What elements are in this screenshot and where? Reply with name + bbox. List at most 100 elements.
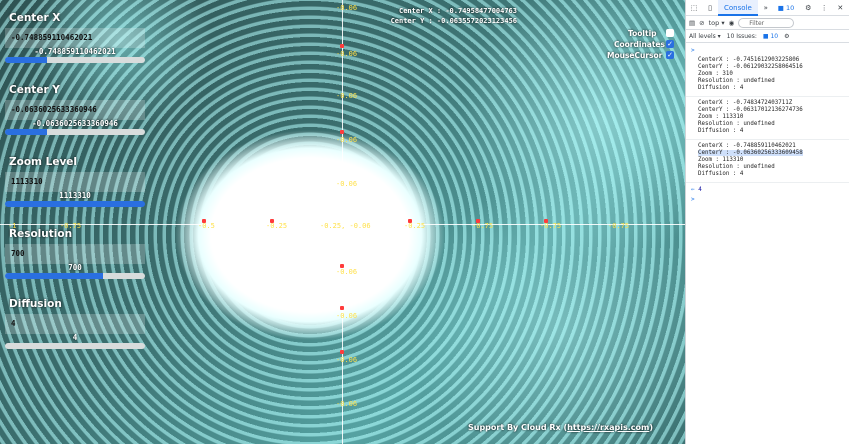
issues-count: 10 (786, 3, 795, 12)
log-line: Resolution : undefined (698, 78, 775, 84)
diffusion-title: Diffusion (9, 298, 62, 310)
console-result-value: 4 (698, 186, 702, 193)
x-tick-marker (544, 219, 548, 223)
inspect-icon[interactable]: ⬚ (686, 4, 702, 12)
resolution-slider-fill (5, 273, 103, 279)
filter-input[interactable]: Filter (738, 17, 795, 28)
tooltip-toggle-label: Tooltip (628, 29, 657, 38)
x-tick-label: -0.25 (266, 222, 288, 230)
console-prompt[interactable]: > (686, 193, 849, 203)
kebab-menu-icon[interactable]: ⋮ (816, 4, 832, 12)
zoom-slider-fill (5, 201, 145, 207)
diffusion-value: 4 (72, 333, 78, 342)
y-tick-marker (340, 130, 344, 134)
zoom-value: 1113310 (59, 191, 91, 200)
levels-select[interactable]: All levels ▾ (689, 33, 721, 40)
center-y-input[interactable]: -0.0636025633360946 (5, 100, 145, 120)
mousecursor-toggle-label: MouseCursor (607, 51, 663, 60)
x-tick-label: -0.5 (198, 222, 215, 230)
log-line: Diffusion : 4 (698, 171, 744, 177)
console-result: ⇐ 4 (691, 186, 702, 193)
log-line: Zoom : 113310 (698, 157, 744, 163)
context-select[interactable]: top ▾ (709, 19, 725, 27)
y-tick-label: -0.06 (336, 268, 358, 276)
zoom-input[interactable]: 1113310 (5, 172, 145, 192)
log-entry: CenterX : -0.7451612903225806 CenterY : … (686, 54, 849, 97)
y-tick-label: -0.06 (336, 312, 358, 320)
resolution-slider[interactable] (5, 273, 145, 279)
resolution-title: Resolution (9, 228, 73, 240)
y-tick-marker (340, 306, 344, 310)
info-center-x: Center X : -0.74958477004763 (398, 7, 517, 15)
center-x-value: -0.748859110462021 (34, 47, 116, 56)
zoom-title: Zoom Level (9, 156, 78, 168)
diffusion-input[interactable]: 4 (5, 314, 145, 334)
x-tick-label: -0.75 (608, 222, 630, 230)
center-y-slider[interactable] (5, 129, 145, 135)
x-tick-label: -0.75 (472, 222, 494, 230)
log-line: Diffusion : 4 (698, 85, 744, 91)
log-line: CenterY : -0.06129032258064516 (698, 64, 803, 70)
x-tick-marker (202, 219, 206, 223)
eye-icon[interactable]: ◉ (729, 19, 735, 27)
y-tick-marker (340, 264, 344, 268)
footer-close: ) (649, 423, 654, 432)
log-line: Diffusion : 4 (698, 128, 744, 134)
resolution-input[interactable]: 700 (5, 244, 145, 264)
log-line: CenterY : -0.06360256333609458 (686, 150, 849, 157)
x-tick-label: -0.25, -0.06 (320, 222, 371, 230)
x-tick-marker (270, 219, 274, 223)
log-line: CenterX : -0.7451612903225806 (698, 57, 800, 63)
info-center-y: Center Y : -0.0635572023123456 (390, 17, 517, 25)
y-tick-label: -0.06 (336, 356, 358, 364)
center-x-input[interactable]: -0.748859110462021 (5, 28, 145, 48)
footer-text: Support By Cloud Rx ( (468, 423, 568, 432)
log-line: Resolution : undefined (698, 164, 775, 170)
issues-badge[interactable]: ■ 10 (763, 33, 778, 40)
log-line: CenterY : -0.06317012136274736 (698, 107, 803, 113)
log-line: CenterX : -0.7483472403711Z (698, 100, 793, 106)
issues-label[interactable]: 10 Issues: (727, 33, 757, 40)
center-x-slider-fill (5, 57, 47, 63)
log-line: Zoom : 113310 (698, 114, 744, 120)
tab-console[interactable]: Console (718, 0, 758, 16)
footer-credit: Support By Cloud Rx (https://rxapis.com) (468, 423, 653, 432)
center-y-slider-fill (5, 129, 47, 135)
tooltip-checkbox[interactable] (666, 29, 674, 37)
y-tick-label: -0.06 (336, 400, 358, 408)
x-tick-marker (408, 219, 412, 223)
close-icon[interactable]: ✕ (832, 4, 848, 12)
log-entry: CenterX : -0.748859110462021 CenterY : -… (686, 140, 849, 183)
sidebar-toggle-icon[interactable]: ▤ (689, 19, 695, 27)
y-tick-label: -0.06 (336, 92, 358, 100)
diffusion-slider[interactable] (5, 343, 145, 349)
mousecursor-checkbox[interactable]: ✓ (666, 51, 674, 59)
console-settings-icon[interactable]: ⚙ (784, 33, 789, 40)
log-line: Resolution : undefined (698, 121, 775, 127)
devtools-panel: ⬚ ▯ Console » ■ 10 ⚙ ⋮ ✕ ▤ ⊘ top ▾ ◉ Fil… (685, 0, 849, 444)
clear-console-icon[interactable]: ⊘ (699, 19, 704, 27)
coordinates-toggle-label: Coordinates (614, 40, 665, 49)
center-y-value: -0.0636025633360946 (32, 119, 118, 128)
center-x-title: Center X (9, 12, 61, 24)
log-line: CenterX : -0.748859110462021 (698, 143, 796, 149)
settings-gear-icon[interactable]: ⚙ (800, 4, 816, 12)
center-y-title: Center Y (9, 84, 60, 96)
more-tabs-icon[interactable]: » (758, 4, 774, 12)
resolution-value: 700 (68, 263, 82, 272)
coordinates-checkbox[interactable]: ✓ (666, 40, 674, 48)
zoom-slider[interactable] (5, 201, 145, 207)
issues-badge-count: 10 (770, 32, 779, 40)
device-toggle-icon[interactable]: ▯ (702, 4, 718, 12)
x-tick-marker (476, 219, 480, 223)
fractal-canvas[interactable]: -1 -0.75 -0.5 -0.25 -0.25, -0.06 -0.25 -… (0, 0, 685, 444)
devtools-toolbar: ⬚ ▯ Console » ■ 10 ⚙ ⋮ ✕ (686, 0, 849, 16)
console-input-caret: > (691, 47, 695, 54)
log-line: Zoom : 310 (698, 71, 733, 77)
center-x-slider[interactable] (5, 57, 145, 63)
log-entry: CenterX : -0.7483472403711Z CenterY : -0… (686, 97, 849, 140)
issues-counter[interactable]: ■ 10 (778, 4, 795, 12)
y-tick-label: -0.06 (336, 50, 358, 58)
x-tick-label: -0.25 (404, 222, 426, 230)
footer-link[interactable]: https://rxapis.com (567, 423, 649, 432)
